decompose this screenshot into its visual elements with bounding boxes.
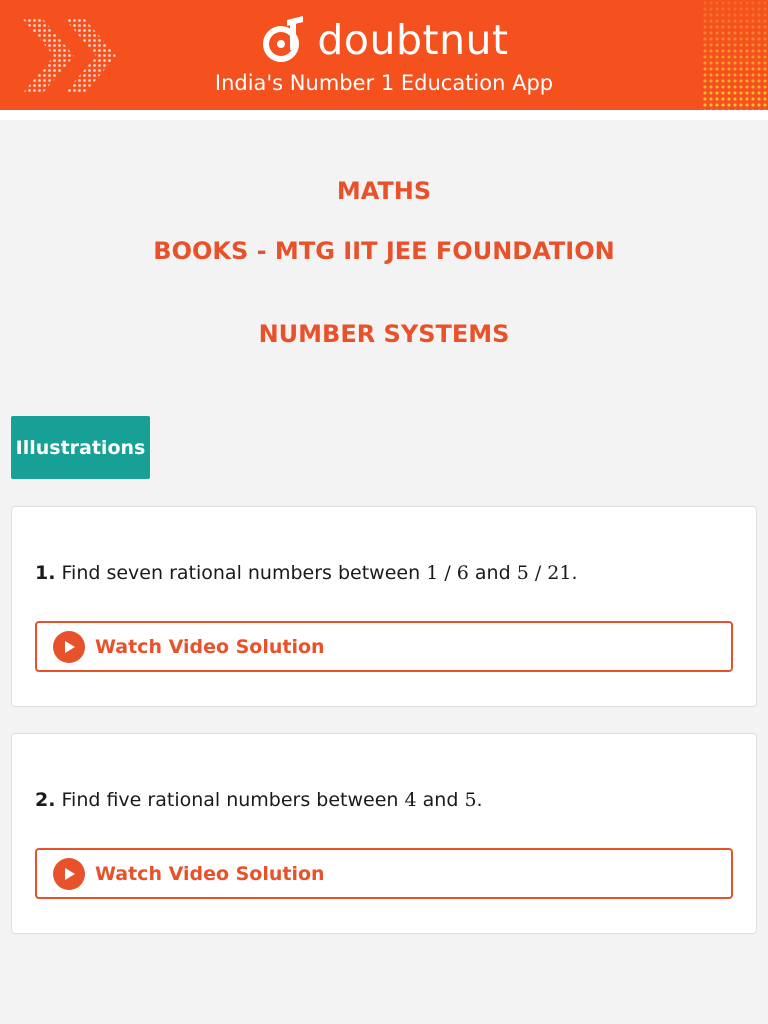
- subject-title: MATHS: [336, 177, 432, 205]
- math-expression: 5 / 21: [516, 562, 572, 584]
- question-number: 2.: [35, 789, 56, 811]
- book-title: BOOKS - MTG IIT JEE FOUNDATION: [153, 237, 615, 265]
- question-text: 2. Find five rational numbers between 4 …: [35, 789, 483, 811]
- question-text: 1. Find seven rational numbers between 1…: [35, 562, 577, 584]
- brand-logo[interactable]: doubtnut: [0, 14, 768, 66]
- question-text-part: .: [571, 562, 578, 584]
- tab-illustrations[interactable]: Illustrations: [11, 416, 150, 479]
- question-card: 2. Find five rational numbers between 4 …: [11, 733, 757, 934]
- question-text-part: Find seven rational numbers between: [61, 562, 427, 584]
- brand-name: doubtnut: [317, 16, 509, 64]
- question-text-part: .: [476, 789, 483, 811]
- math-expression: 4: [404, 789, 417, 811]
- app-header: doubtnut India's Number 1 Education App: [0, 0, 768, 110]
- watch-video-solution-label: Watch Video Solution: [95, 862, 325, 885]
- play-icon: [53, 630, 85, 663]
- chapter-title: NUMBER SYSTEMS: [258, 320, 510, 348]
- doubtnut-logo-icon: [263, 16, 304, 62]
- question-number: 1.: [35, 562, 56, 584]
- play-icon: [53, 857, 85, 890]
- math-expression: 1 / 6: [426, 562, 469, 584]
- question-text-part: Find five rational numbers between: [61, 789, 405, 811]
- brand-tagline: India's Number 1 Education App: [214, 71, 554, 95]
- question-text-part: and: [468, 562, 517, 584]
- question-card: 1. Find seven rational numbers between 1…: [11, 506, 757, 707]
- watch-video-solution-button[interactable]: Watch Video Solution: [35, 621, 733, 672]
- math-expression: 5: [464, 789, 477, 811]
- question-text-part: and: [416, 789, 465, 811]
- watch-video-solution-button[interactable]: Watch Video Solution: [35, 848, 733, 899]
- header-divider: [0, 110, 768, 120]
- watch-video-solution-label: Watch Video Solution: [95, 635, 325, 658]
